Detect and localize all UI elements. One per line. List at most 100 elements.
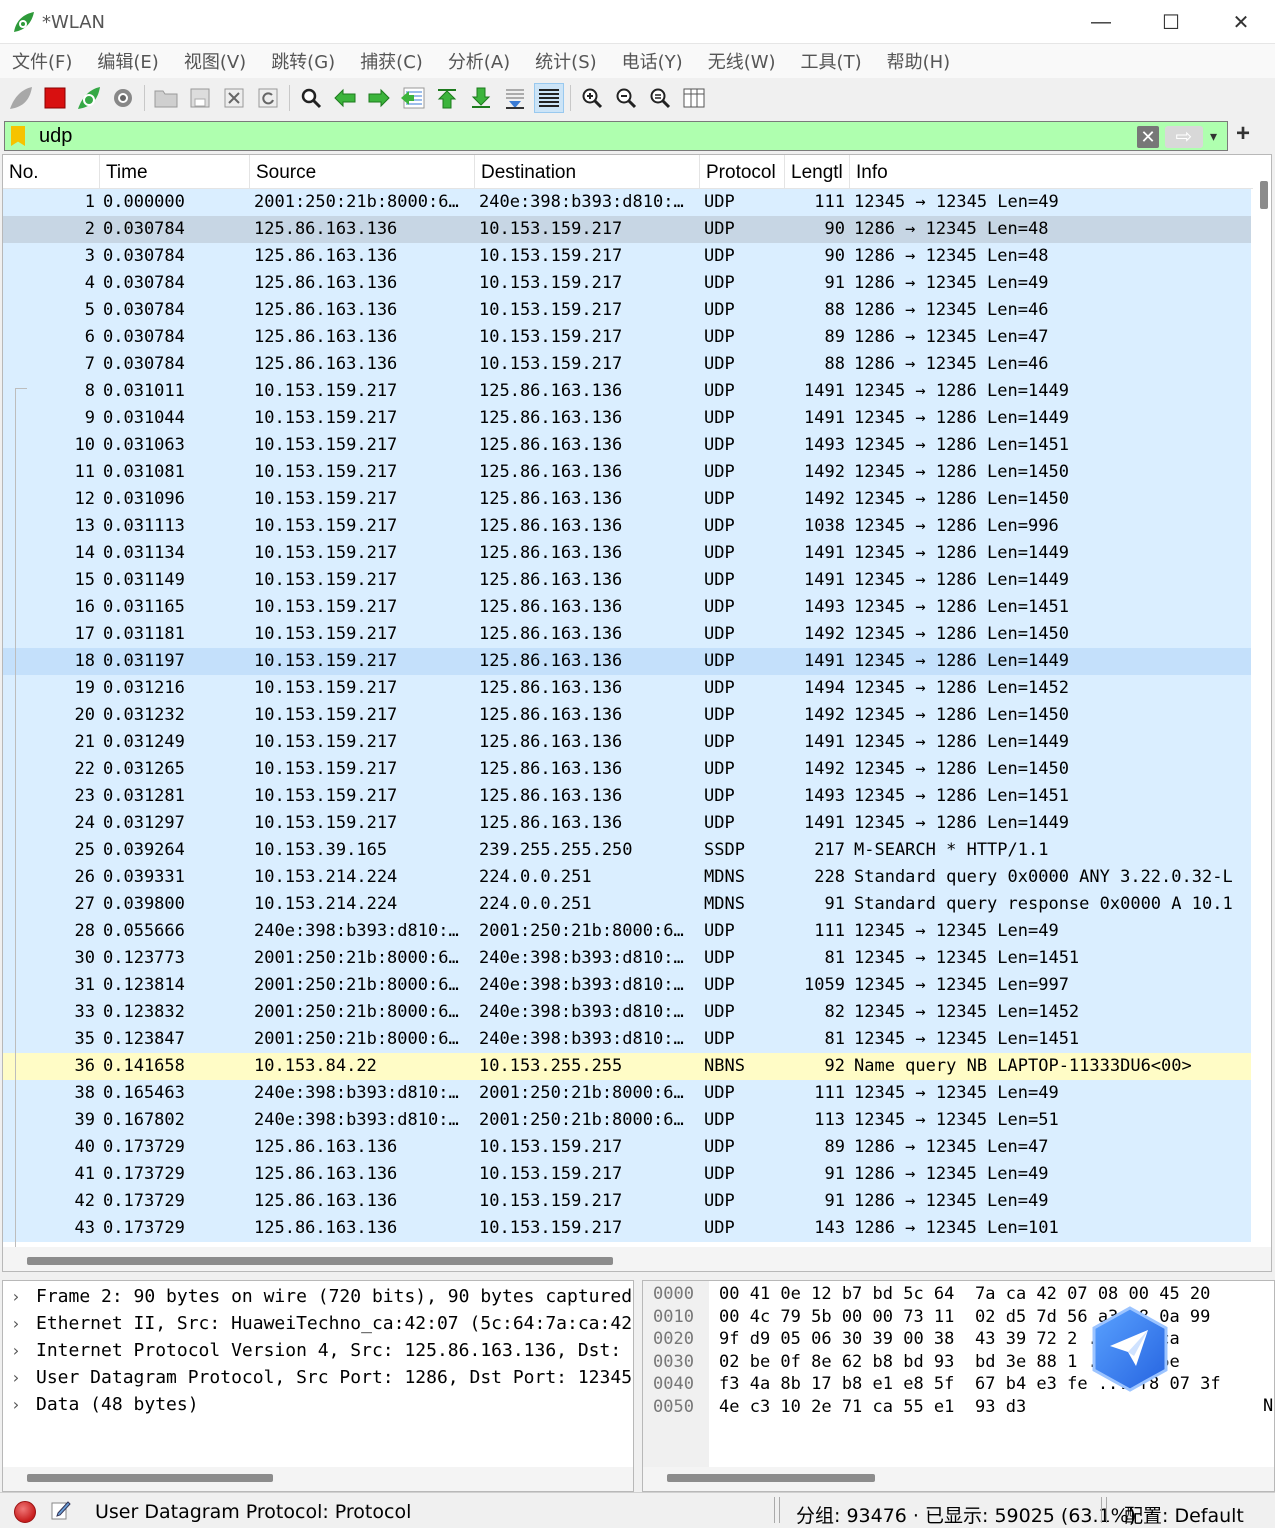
go-to-packet-button[interactable] xyxy=(398,83,428,113)
details-tree-item[interactable]: › Ethernet II, Src: HuaweiTechno_ca:42:0… xyxy=(3,1310,633,1337)
column-header-length[interactable]: Lengtl xyxy=(785,155,850,189)
packet-row[interactable]: 35 0.123847 2001:250:21b:8000:6… 240e:398:b… xyxy=(3,1026,1251,1053)
resize-columns-button[interactable] xyxy=(679,83,709,113)
packet-row[interactable]: 40 0.173729 125.86.163.136 10.153.159.217 UD… xyxy=(3,1134,1251,1161)
last-packet-button[interactable] xyxy=(466,83,496,113)
packet-list-vertical-scroll-thumb[interactable] xyxy=(1260,181,1268,209)
restart-capture-button[interactable] xyxy=(74,83,104,113)
packet-list-vertical-scrollbar[interactable] xyxy=(1253,155,1271,1245)
packet-row[interactable]: 25 0.039264 10.153.39.165 239.255.255.250 SS… xyxy=(3,837,1251,864)
packet-row[interactable]: 11 0.031081 10.153.159.217 125.86.163.136 UD… xyxy=(3,459,1251,486)
display-filter-input[interactable] xyxy=(33,122,1133,150)
open-file-button[interactable] xyxy=(151,83,181,113)
menu-analyze[interactable]: 分析(A) xyxy=(440,48,518,74)
packet-row[interactable]: 1 0.000000 2001:250:21b:8000:6… 240e:398:b3… xyxy=(3,189,1251,216)
bytes-horizontal-scroll-thumb[interactable] xyxy=(667,1474,875,1482)
column-header-source[interactable]: Source xyxy=(250,155,475,189)
maximize-button[interactable]: ☐ xyxy=(1136,0,1206,44)
packet-row[interactable]: 23 0.031281 10.153.159.217 125.86.163.136 UD… xyxy=(3,783,1251,810)
packet-row[interactable]: 10 0.031063 10.153.159.217 125.86.163.136 UD… xyxy=(3,432,1251,459)
find-packet-button[interactable] xyxy=(296,83,326,113)
packet-row[interactable]: 41 0.173729 125.86.163.136 10.153.159.217 UD… xyxy=(3,1161,1251,1188)
bytes-hex-group[interactable]: 9f d9 05 06 30 39 00 38 xyxy=(719,1328,954,1351)
packet-row[interactable]: 14 0.031134 10.153.159.217 125.86.163.136 UD… xyxy=(3,540,1251,567)
column-header-no[interactable]: No. xyxy=(3,155,100,189)
packet-row[interactable]: 38 0.165463 240e:398:b393:d810:… 2001:250:2… xyxy=(3,1080,1251,1107)
packet-row[interactable]: 17 0.031181 10.153.159.217 125.86.163.136 UD… xyxy=(3,621,1251,648)
packet-row[interactable]: 31 0.123814 2001:250:21b:8000:6… 240e:398:b… xyxy=(3,972,1251,999)
packet-row[interactable]: 12 0.031096 10.153.159.217 125.86.163.136 UD… xyxy=(3,486,1251,513)
normal-size-button[interactable] xyxy=(645,83,675,113)
packet-row[interactable]: 30 0.123773 2001:250:21b:8000:6… 240e:398:b… xyxy=(3,945,1251,972)
packet-row[interactable]: 22 0.031265 10.153.159.217 125.86.163.136 UD… xyxy=(3,756,1251,783)
details-tree-item[interactable]: › Internet Protocol Version 4, Src: 125.… xyxy=(3,1337,633,1364)
bytes-hex-group[interactable]: 02 be 0f 8e 62 b8 bd 93 xyxy=(719,1351,954,1374)
menu-wireless[interactable]: 无线(W) xyxy=(700,48,784,74)
packet-row[interactable]: 4 0.030784 125.86.163.136 10.153.159.217 UDP… xyxy=(3,270,1251,297)
menu-file[interactable]: 文件(F) xyxy=(4,48,80,74)
packet-row[interactable]: 8 0.031011 10.153.159.217 125.86.163.136 UDP… xyxy=(3,378,1251,405)
column-header-protocol[interactable]: Protocol xyxy=(700,155,785,189)
menu-tools[interactable]: 工具(T) xyxy=(793,48,870,74)
packet-row[interactable]: 15 0.031149 10.153.159.217 125.86.163.136 UD… xyxy=(3,567,1251,594)
bookmark-icon[interactable] xyxy=(11,126,25,146)
zoom-out-button[interactable] xyxy=(611,83,641,113)
packet-row[interactable]: 42 0.173729 125.86.163.136 10.153.159.217 UD… xyxy=(3,1188,1251,1215)
menu-view[interactable]: 视图(V) xyxy=(176,48,254,74)
packet-row[interactable]: 24 0.031297 10.153.159.217 125.86.163.136 UD… xyxy=(3,810,1251,837)
bytes-ascii-text[interactable]: N xyxy=(1263,1396,1273,1416)
packet-row[interactable]: 43 0.173729 125.86.163.136 10.153.159.217 UD… xyxy=(3,1215,1251,1242)
colorize-button[interactable] xyxy=(534,83,564,113)
menu-capture[interactable]: 捕获(C) xyxy=(352,48,431,74)
capture-status-icon[interactable] xyxy=(14,1501,36,1523)
details-tree-item[interactable]: › Data (48 bytes) xyxy=(3,1391,633,1418)
details-tree-item[interactable]: › User Datagram Protocol, Src Port: 1286… xyxy=(3,1364,633,1391)
edit-comment-icon[interactable] xyxy=(50,1499,72,1521)
expand-arrow-icon[interactable]: › xyxy=(11,1310,21,1337)
menu-go[interactable]: 跳转(G) xyxy=(263,48,343,74)
packet-row[interactable]: 3 0.030784 125.86.163.136 10.153.159.217 UDP… xyxy=(3,243,1251,270)
packet-row[interactable]: 5 0.030784 125.86.163.136 10.153.159.217 UDP… xyxy=(3,297,1251,324)
packet-row[interactable]: 18 0.031197 10.153.159.217 125.86.163.136 UD… xyxy=(3,648,1251,675)
save-file-button[interactable] xyxy=(185,83,215,113)
menu-edit[interactable]: 编辑(E) xyxy=(89,48,166,74)
column-header-time[interactable]: Time xyxy=(100,155,250,189)
packet-row[interactable]: 33 0.123832 2001:250:21b:8000:6… 240e:398:b… xyxy=(3,999,1251,1026)
packet-row[interactable]: 21 0.031249 10.153.159.217 125.86.163.136 UD… xyxy=(3,729,1251,756)
capture-options-button[interactable] xyxy=(108,83,138,113)
packet-row[interactable]: 9 0.031044 10.153.159.217 125.86.163.136 UDP… xyxy=(3,405,1251,432)
packet-row[interactable]: 2 0.030784 125.86.163.136 10.153.159.217 UDP… xyxy=(3,216,1251,243)
reload-file-button[interactable] xyxy=(253,83,283,113)
column-header-info[interactable]: Info xyxy=(850,155,1253,189)
go-forward-button[interactable] xyxy=(364,83,394,113)
bytes-hex-group[interactable]: f3 4a 8b 17 b8 e1 e8 5f xyxy=(719,1373,954,1396)
packet-row[interactable]: 28 0.055666 240e:398:b393:d810:… 2001:250:2… xyxy=(3,918,1251,945)
first-packet-button[interactable] xyxy=(432,83,462,113)
apply-filter-icon[interactable]: ⇨ xyxy=(1165,126,1203,148)
packet-row[interactable]: 27 0.039800 10.153.214.224 224.0.0.251 MDNS 9… xyxy=(3,891,1251,918)
packet-row[interactable]: 13 0.031113 10.153.159.217 125.86.163.136 UD… xyxy=(3,513,1251,540)
zoom-in-button[interactable] xyxy=(577,83,607,113)
packet-row[interactable]: 16 0.031165 10.153.159.217 125.86.163.136 UD… xyxy=(3,594,1251,621)
details-horizontal-scroll-thumb[interactable] xyxy=(27,1474,273,1482)
packet-row[interactable]: 6 0.030784 125.86.163.136 10.153.159.217 UDP… xyxy=(3,324,1251,351)
packet-row[interactable]: 26 0.039331 10.153.214.224 224.0.0.251 MDNS 2… xyxy=(3,864,1251,891)
menu-telephony[interactable]: 电话(Y) xyxy=(614,48,691,74)
bytes-hex-group[interactable]: 00 41 0e 12 b7 bd 5c 64 xyxy=(719,1283,954,1306)
bytes-hex-group[interactable]: 7a ca 42 07 08 00 45 20 xyxy=(975,1283,1210,1306)
details-tree-item[interactable]: › Frame 2: 90 bytes on wire (720 bits), … xyxy=(3,1283,633,1310)
menu-statistics[interactable]: 统计(S) xyxy=(527,48,604,74)
close-file-button[interactable] xyxy=(219,83,249,113)
packet-row[interactable]: 7 0.030784 125.86.163.136 10.153.159.217 UDP… xyxy=(3,351,1251,378)
stop-capture-button[interactable] xyxy=(40,83,70,113)
packet-row[interactable]: 36 0.141658 10.153.84.22 10.153.255.255 NBNS… xyxy=(3,1053,1251,1080)
expand-arrow-icon[interactable]: › xyxy=(11,1283,21,1310)
bytes-hex-group[interactable]: 00 4c 79 5b 00 00 73 11 xyxy=(719,1306,954,1329)
expand-arrow-icon[interactable]: › xyxy=(11,1391,21,1418)
bytes-hex-group[interactable]: 93 d3 xyxy=(975,1396,1026,1419)
minimize-button[interactable]: — xyxy=(1066,0,1136,44)
packet-list-horizontal-scroll-thumb[interactable] xyxy=(27,1257,613,1265)
close-button[interactable]: ✕ xyxy=(1206,0,1275,44)
packet-row[interactable]: 19 0.031216 10.153.159.217 125.86.163.136 UD… xyxy=(3,675,1251,702)
auto-scroll-button[interactable] xyxy=(500,83,530,113)
